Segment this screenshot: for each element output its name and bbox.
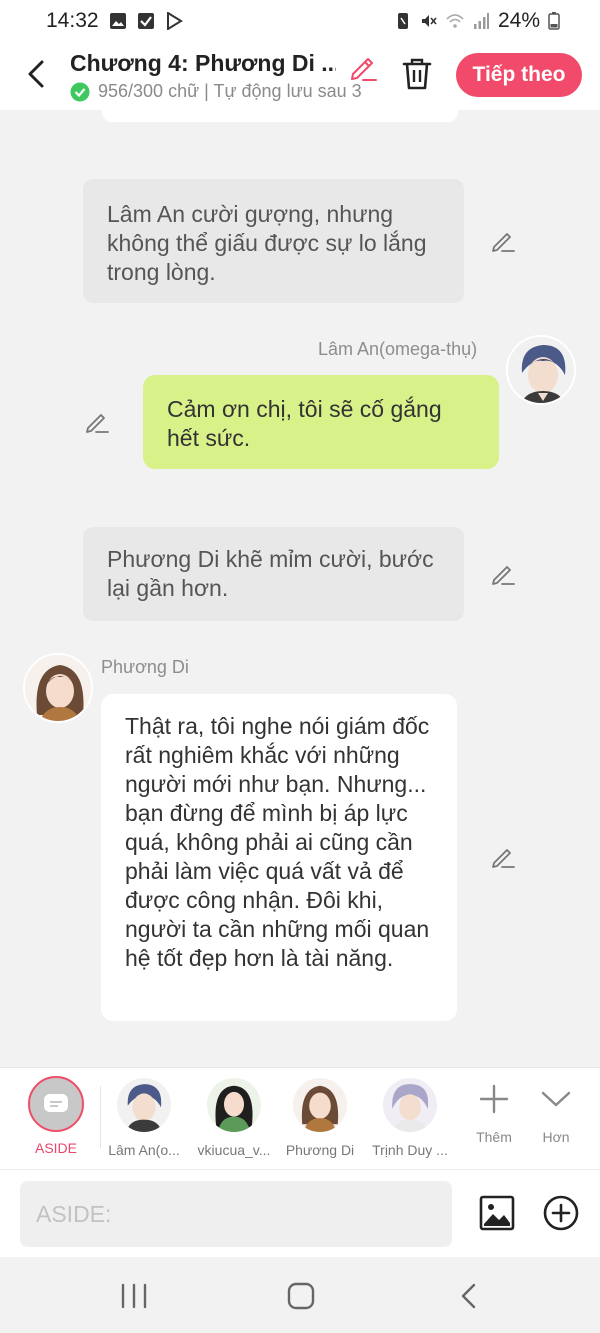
add-character-button[interactable]: Thêm [462,1076,526,1145]
lam-an-portrait [508,337,574,403]
word-count-text: 956/300 chữ | Tự động lưu sau 3 [98,81,362,101]
speech-text: Thật ra, tôi nghe nói giám đốc rất nghiê… [125,713,430,971]
story-chat-area: Lâm An cười gượng, nhưng không thể giấu … [0,110,600,1067]
avatar-lam-an[interactable] [506,335,576,405]
character-label: Phương Di [285,1142,355,1158]
battery-percent: 24% [497,9,540,32]
character-selector: ASIDE Lâm An(o... vkiucua_v... Phương Di… [0,1067,600,1169]
character-aside[interactable]: ASIDE [14,1076,98,1156]
add-circle-icon[interactable] [542,1194,580,1232]
signal-icon [473,13,489,29]
character-label: vkiucua_v... [197,1142,271,1158]
message-input-bar [0,1169,600,1257]
chapter-title[interactable]: Chương 4: Phương Di ... [70,50,336,77]
trash-icon[interactable] [400,56,434,92]
phuong-di-portrait [25,655,91,721]
collapse-button[interactable]: Hơn [524,1076,588,1145]
home-icon[interactable] [281,1281,321,1311]
next-button[interactable]: Tiếp theo [456,53,582,97]
collapse-label: Hơn [542,1129,570,1145]
edit-pencil-icon[interactable] [490,844,516,870]
aside-circle [28,1076,84,1132]
avatar-phuong-di[interactable] [23,653,93,723]
mute-icon [421,15,437,27]
character-label: Trịnh Duy ... [372,1142,448,1158]
edit-title-pencil-icon[interactable] [348,52,378,82]
speaker-name: Phương Di [101,657,189,677]
speaker-name: Lâm An(omega-thụ) [318,339,478,359]
battery-icon [548,12,560,30]
system-back-icon[interactable] [450,1281,490,1311]
add-label: Thêm [476,1129,512,1145]
character-vkiucua[interactable]: vkiucua_v... [192,1076,276,1158]
wifi-icon [446,14,464,28]
narration-bubble[interactable]: Phương Di khẽ mỉm cười, bước lại gần hơn… [83,527,464,621]
plus-icon [479,1084,509,1114]
status-time: 14:32 [46,9,99,32]
editor-header: Chương 4: Phương Di ... 956/300 chữ | Tự… [0,42,600,110]
character-trinh-duy[interactable]: Trịnh Duy ... [368,1076,452,1158]
character-label: ASIDE [34,1140,77,1156]
status-bar: 14:32 24% [0,0,600,42]
system-nav-bar [0,1257,600,1333]
previous-message-bubble[interactable] [102,110,458,122]
chevron-down-icon [541,1091,571,1107]
phuong-di-speech-bubble[interactable]: Thật ra, tôi nghe nói giám đốc rất nghiê… [101,694,457,1021]
image-icon[interactable] [478,1194,516,1232]
chapter-info: Chương 4: Phương Di ... 956/300 chữ | Tự… [70,50,380,102]
avatar [293,1078,347,1132]
aside-input[interactable] [20,1181,452,1247]
avatar [383,1078,437,1132]
speech-bubble-icon [44,1094,68,1112]
character-label: Lâm An(o... [108,1142,180,1158]
edit-pencil-icon[interactable] [490,228,516,254]
word-count-autosave: 956/300 chữ | Tự động lưu sau 3 [70,81,376,102]
edit-pencil-icon[interactable] [84,409,110,435]
play-store-icon [166,12,183,30]
gallery-icon [109,13,126,29]
back-arrow-icon[interactable] [22,58,50,90]
nfc-icon [397,13,408,29]
character-phuong-di[interactable]: Phương Di [278,1076,362,1158]
narration-text: Lâm An cười gượng, nhưng không thể giấu … [107,201,427,285]
edit-pencil-icon[interactable] [490,561,516,587]
avatar [207,1078,261,1132]
avatar [117,1078,171,1132]
lam-an-speech-bubble[interactable]: Cảm ơn chị, tôi sẽ cố gắng hết sức. [143,375,499,469]
narration-bubble[interactable]: Lâm An cười gượng, nhưng không thể giấu … [83,179,464,303]
narration-text: Phương Di khẽ mỉm cười, bước lại gần hơn… [107,546,434,601]
speech-text: Cảm ơn chị, tôi sẽ cố gắng hết sức. [167,396,442,451]
recent-apps-icon[interactable] [114,1281,154,1311]
character-lam-an[interactable]: Lâm An(o... [102,1076,186,1158]
saved-check-icon [70,82,90,101]
divider [100,1086,101,1148]
checkbox-icon [137,13,154,29]
